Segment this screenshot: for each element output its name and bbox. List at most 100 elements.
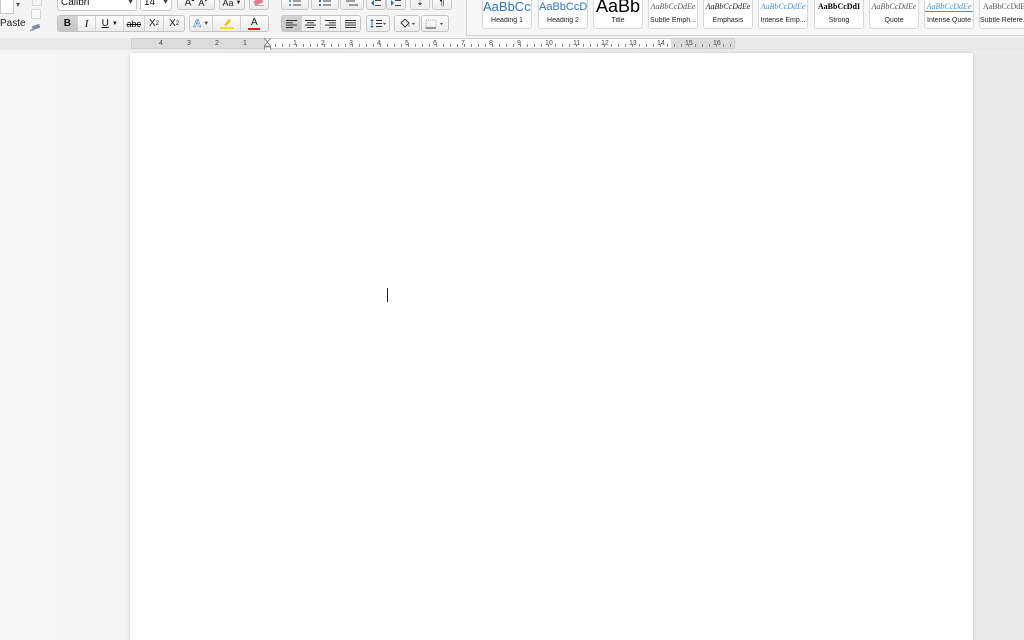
subscript-button[interactable]: X2 [145, 16, 165, 31]
ruler-tick [590, 44, 591, 47]
style-subtle-refere[interactable]: AaBbCcDdE Subtle Refere... [979, 0, 1024, 29]
ruler-tick [499, 44, 500, 47]
ruler-tick [632, 44, 633, 47]
format-painter-icon[interactable] [29, 24, 43, 33]
grow-shrink-font-group: A▴ A▾ [177, 0, 215, 10]
style-heading-2[interactable]: AaBbCcDd Heading 2 [538, 0, 588, 29]
styles-gallery: AaBbCcI Heading 1 AaBbCcDd Heading 2 AaBbTit… [466, 0, 1024, 36]
align-right-button[interactable] [321, 16, 341, 31]
chevron-down-icon: ▼ [111, 20, 118, 27]
ruler-tick [485, 44, 486, 47]
font-style-group: B I U ▼ abc X2 X2 [57, 15, 185, 32]
align-left-button[interactable] [282, 16, 302, 31]
style-name: Quote [884, 17, 904, 24]
bullets-button[interactable] [281, 0, 309, 10]
ruler-tick [541, 44, 542, 47]
italic-label: I [84, 17, 89, 30]
text-cursor [387, 288, 388, 302]
style-name: Subtle Emph... [650, 17, 696, 24]
bold-button[interactable]: B [58, 16, 78, 31]
paste-label[interactable]: Paste [0, 18, 26, 29]
align-center-button[interactable] [302, 16, 321, 31]
style-subtle-emph[interactable]: AaBbCcDdEe Subtle Emph... [648, 0, 698, 29]
ruler-tick [653, 44, 654, 47]
document-page[interactable] [130, 53, 973, 640]
style-sample: AaBbCcDdI [817, 2, 861, 11]
shrink-font-button[interactable]: A▾ [198, 0, 207, 8]
copy-icon[interactable] [31, 9, 41, 19]
ruler-tick [646, 44, 647, 47]
increase-indent-icon [391, 0, 401, 6]
ruler-tick [667, 44, 668, 47]
increase-indent-button[interactable] [386, 0, 406, 10]
ruler-tick [422, 44, 423, 47]
clear-formatting-button[interactable] [249, 0, 269, 10]
paste-options-arrow[interactable]: ▾ [16, 0, 20, 9]
pilcrow-icon: ¶ [439, 0, 445, 8]
style-name: Title [611, 17, 625, 24]
chevron-down-icon: ▼ [127, 0, 134, 6]
ruler-tick [555, 44, 556, 47]
ruler-tick [723, 44, 724, 47]
borders-inner [422, 16, 448, 31]
paste-icon[interactable] [0, 0, 14, 14]
underline-button[interactable]: U ▼ [96, 16, 124, 31]
chevron-down-icon: ▼ [162, 0, 169, 6]
change-case-button[interactable]: Aa ▼ [219, 0, 245, 10]
ruler-tick [324, 44, 325, 47]
font-color-button[interactable]: A [241, 16, 268, 31]
ruler-tick [296, 44, 297, 47]
clipboard-group: ▾ Paste [0, 0, 50, 38]
multilevel-list-button[interactable] [340, 0, 364, 10]
ruler-tick [576, 44, 577, 47]
ruler-left-margin [132, 39, 268, 48]
style-intense-emp[interactable]: AaBbCcDdEe Intense Emp... [758, 0, 808, 29]
cut-icon[interactable] [32, 0, 42, 6]
style-intense-quote[interactable]: AaBbCcDdEe Intense Quote [924, 0, 974, 29]
show-formatting-marks-button[interactable]: ¶ [432, 0, 452, 10]
style-sample: AaBbCcDdEe [925, 2, 973, 12]
ruler-tick [730, 44, 731, 47]
align-right-icon [324, 19, 336, 28]
ruler-tick [275, 44, 276, 47]
strikethrough-button[interactable]: abc [124, 16, 145, 31]
shading-button[interactable] [394, 15, 420, 32]
style-sample: AaBbCcI [483, 0, 531, 14]
justify-button[interactable] [341, 16, 360, 31]
ruler-tick [625, 44, 626, 47]
font-family-combobox[interactable]: Calibri ▼ [57, 0, 137, 11]
style-sample: AaBbCcDdEe [705, 2, 751, 11]
style-heading-1[interactable]: AaBbCcI Heading 1 [482, 0, 532, 29]
ruler-tick [660, 44, 661, 47]
style-emphasis[interactable]: AaBbCcDdEe Emphasis [703, 0, 753, 29]
ruler-tick [695, 44, 696, 47]
numbering-button[interactable] [311, 0, 339, 10]
ruler-tick [548, 44, 549, 47]
superscript-button[interactable]: X2 [164, 16, 184, 31]
highlight-button[interactable] [213, 16, 241, 31]
ruler-tick [331, 44, 332, 47]
horizontal-ruler[interactable]: 432112345678910111213141516 [131, 38, 735, 49]
borders-button[interactable] [421, 15, 449, 32]
ruler-number: 2 [215, 40, 219, 47]
text-effects-button[interactable]: A ▼ [190, 16, 214, 31]
decrease-indent-button[interactable] [366, 0, 386, 10]
style-quote[interactable]: AaBbCcDdEe Quote [869, 0, 919, 29]
font-family-value: Calibri [61, 0, 90, 8]
bold-label: B [63, 18, 71, 29]
sort-button[interactable]: ⇣ [410, 0, 430, 10]
grow-font-button[interactable]: A▴ [185, 0, 195, 9]
ruler-tick [289, 44, 290, 47]
decrease-indent-icon [371, 0, 381, 6]
italic-button[interactable]: I [78, 16, 97, 31]
style-strong[interactable]: AaBbCcDdI Strong [814, 0, 864, 29]
font-size-combobox[interactable]: 14 ▼ [140, 0, 172, 11]
style-name: Heading 1 [491, 17, 523, 24]
style-title[interactable]: AaBb Title [593, 0, 643, 29]
numbered-list-icon [319, 0, 331, 6]
strikethrough-label: abc [126, 18, 142, 29]
ruler-tick [464, 44, 465, 47]
paint-bucket-icon [400, 18, 415, 28]
line-spacing-button[interactable] [366, 15, 390, 32]
ruler-tick [492, 44, 493, 47]
